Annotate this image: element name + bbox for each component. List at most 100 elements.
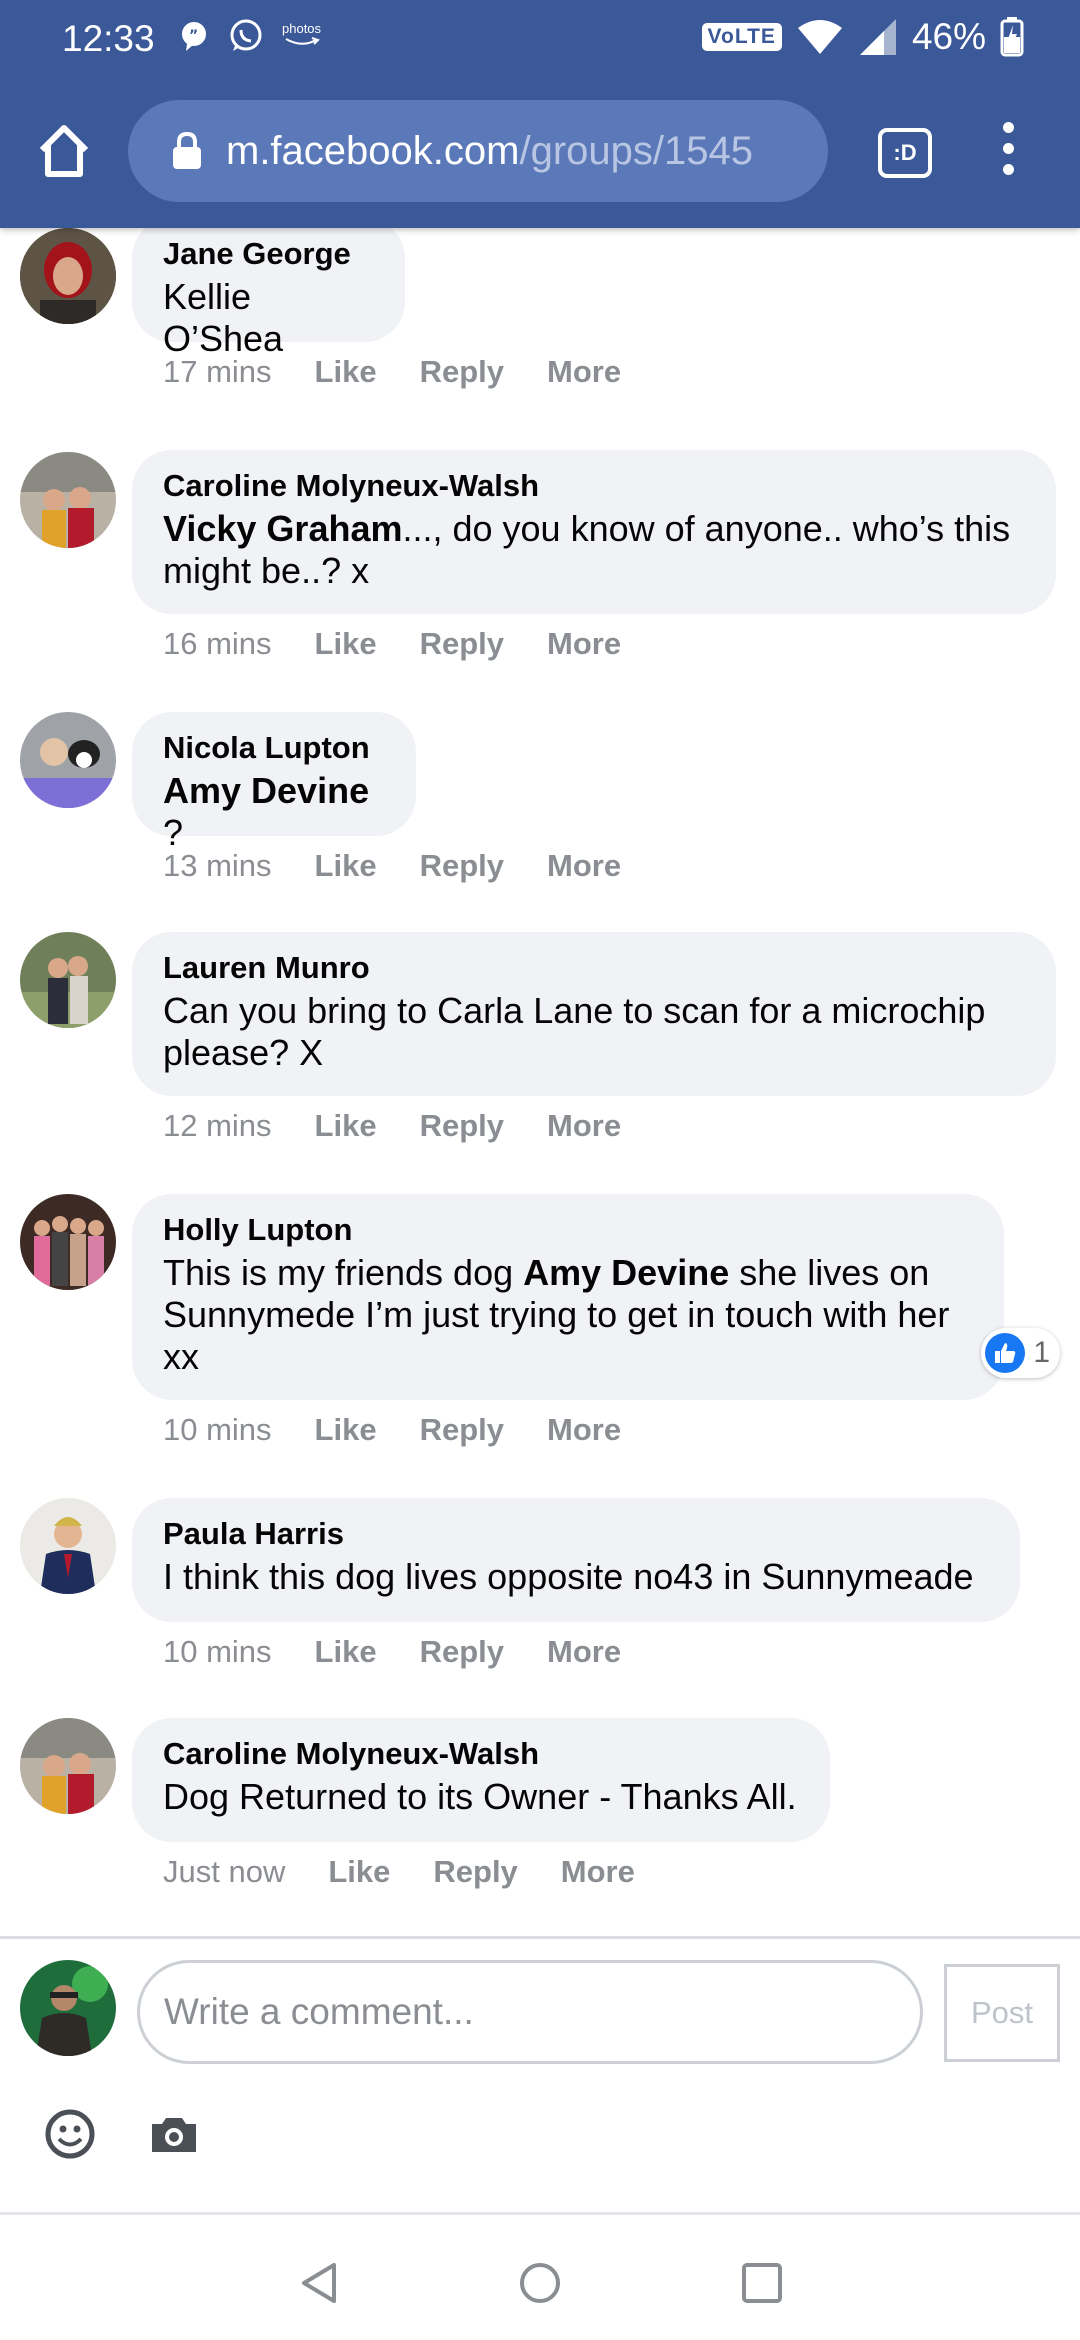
avatar[interactable] [20,712,116,808]
more-action[interactable]: More [561,1854,635,1890]
comment-bubble: Caroline Molyneux-Walsh Dog Returned to … [132,1718,830,1842]
mention-link[interactable]: Amy Devine [523,1252,729,1293]
android-nav-bar [0,2215,1080,2340]
battery-percent: 46% [911,16,986,57]
avatar[interactable] [20,1498,116,1594]
comment-time[interactable]: 17 mins [163,354,272,390]
comment-author[interactable]: Caroline Molyneux-Walsh [163,464,1026,508]
comment-text-part: ? [163,812,184,853]
comment-text-part: Dog Returned to its Owner - Thanks All. [163,1776,797,1817]
tab-switcher-button[interactable]: :D [878,128,932,178]
comment-text: Amy Devine ? [163,770,386,854]
home-icon[interactable] [34,120,94,180]
camera-icon[interactable] [150,2114,198,2154]
avatar-image [20,228,116,324]
post-button[interactable]: Post [944,1964,1060,2062]
more-action[interactable]: More [547,1412,621,1448]
comment-author[interactable]: Nicola Lupton [163,726,386,770]
photos-label: photos [282,21,322,36]
url-text: m.facebook.com/groups/1545 [226,129,796,174]
browser-top-bar: 12:33 ” photos VoLTE 46% m.facebook.com/… [0,0,1080,228]
comment-author[interactable]: Jane George [163,232,375,276]
avatar-image [20,712,116,808]
my-avatar [20,1960,116,2056]
comment-text-part: Can you bring to Carla Lane to scan for … [163,990,986,1073]
reaction-number: 1 [1033,1336,1050,1369]
comment-time[interactable]: 16 mins [163,626,272,662]
recents-icon[interactable] [738,2259,786,2307]
reaction-count[interactable]: 1 [981,1328,1060,1378]
status-bar: 12:33 ” photos VoLTE 46% [0,0,1080,80]
reply-action[interactable]: Reply [420,1634,504,1670]
avatar[interactable] [20,932,116,1028]
avatar-image [20,1498,116,1594]
comment-text: I think this dog lives opposite no43 in … [163,1556,990,1598]
thumbs-up-icon [985,1333,1026,1373]
like-action[interactable]: Like [315,354,377,390]
more-action[interactable]: More [547,1108,621,1144]
comment-input[interactable]: Write a comment... [137,1960,923,2064]
comment-text: Kellie O’Shea [163,276,375,360]
notification-icons: ” photos [178,18,321,54]
avatar-image [20,932,116,1028]
comment-text: Dog Returned to its Owner - Thanks All. [163,1776,800,1818]
reply-action[interactable]: Reply [420,1108,504,1144]
more-action[interactable]: More [547,626,621,662]
comment-bubble: Paula Harris I think this dog lives oppo… [132,1498,1020,1622]
signal-icon [859,19,896,55]
like-action[interactable]: Like [315,1108,377,1144]
wifi-icon [797,20,842,54]
comment-time[interactable]: 12 mins [163,1108,272,1144]
address-bar[interactable]: m.facebook.com/groups/1545 [128,100,828,202]
url-host: m.facebook.com [226,128,520,173]
reply-action[interactable]: Reply [420,1412,504,1448]
more-action[interactable]: More [547,848,621,884]
like-action[interactable]: Like [315,626,377,662]
home-nav-icon[interactable] [516,2259,564,2307]
back-icon[interactable] [296,2259,344,2307]
comment-text: This is my friends dog Amy Devine she li… [163,1252,974,1378]
comment-meta: 17 mins Like Reply More [163,354,621,390]
comment-time[interactable]: 10 mins [163,1412,272,1448]
emoji-icon[interactable] [44,2108,96,2160]
comment-time[interactable]: 13 mins [163,848,272,884]
comment-time[interactable]: Just now [163,1854,285,1890]
like-action[interactable]: Like [315,848,377,884]
mention-link[interactable]: Vicky Graham [163,508,402,549]
more-action[interactable]: More [547,354,621,390]
more-action[interactable]: More [547,1634,621,1670]
comment-author[interactable]: Caroline Molyneux-Walsh [163,1732,800,1776]
reply-action[interactable]: Reply [420,626,504,662]
volte-badge: VoLTE [701,23,782,51]
overflow-menu-icon[interactable] [990,122,1026,182]
avatar-image [20,1194,116,1290]
avatar[interactable] [20,1718,116,1814]
photos-notification: photos [282,22,321,50]
status-right: VoLTE 46% [701,16,1024,58]
comment-time[interactable]: 10 mins [163,1634,272,1670]
avatar[interactable] [20,228,116,324]
smile-arrow-icon [285,37,320,45]
comment-text-part: I think this dog lives opposite no43 in … [163,1556,974,1597]
comment-author[interactable]: Lauren Munro [163,946,1026,990]
avatar[interactable] [20,1194,116,1290]
like-action[interactable]: Like [315,1412,377,1448]
comment-meta: 10 mins Like Reply More [163,1412,621,1448]
mention-link[interactable]: Amy Devine [163,770,369,811]
comment-author[interactable]: Paula Harris [163,1512,990,1556]
comment-meta: 16 mins Like Reply More [163,626,621,662]
comment-author[interactable]: Holly Lupton [163,1208,974,1252]
avatar-image [20,1960,116,2056]
like-action[interactable]: Like [328,1854,390,1890]
reply-action[interactable]: Reply [420,354,504,390]
comment-text: Can you bring to Carla Lane to scan for … [163,990,1026,1074]
whatsapp-icon [230,19,262,51]
comment-text-part: This is my friends dog [163,1252,524,1293]
comment-bubble: Lauren Munro Can you bring to Carla Lane… [132,932,1056,1096]
like-action[interactable]: Like [315,1634,377,1670]
comment-meta: 12 mins Like Reply More [163,1108,621,1144]
avatar[interactable] [20,452,116,548]
reply-action[interactable]: Reply [420,848,504,884]
comment-meta: 13 mins Like Reply More [163,848,621,884]
reply-action[interactable]: Reply [433,1854,517,1890]
